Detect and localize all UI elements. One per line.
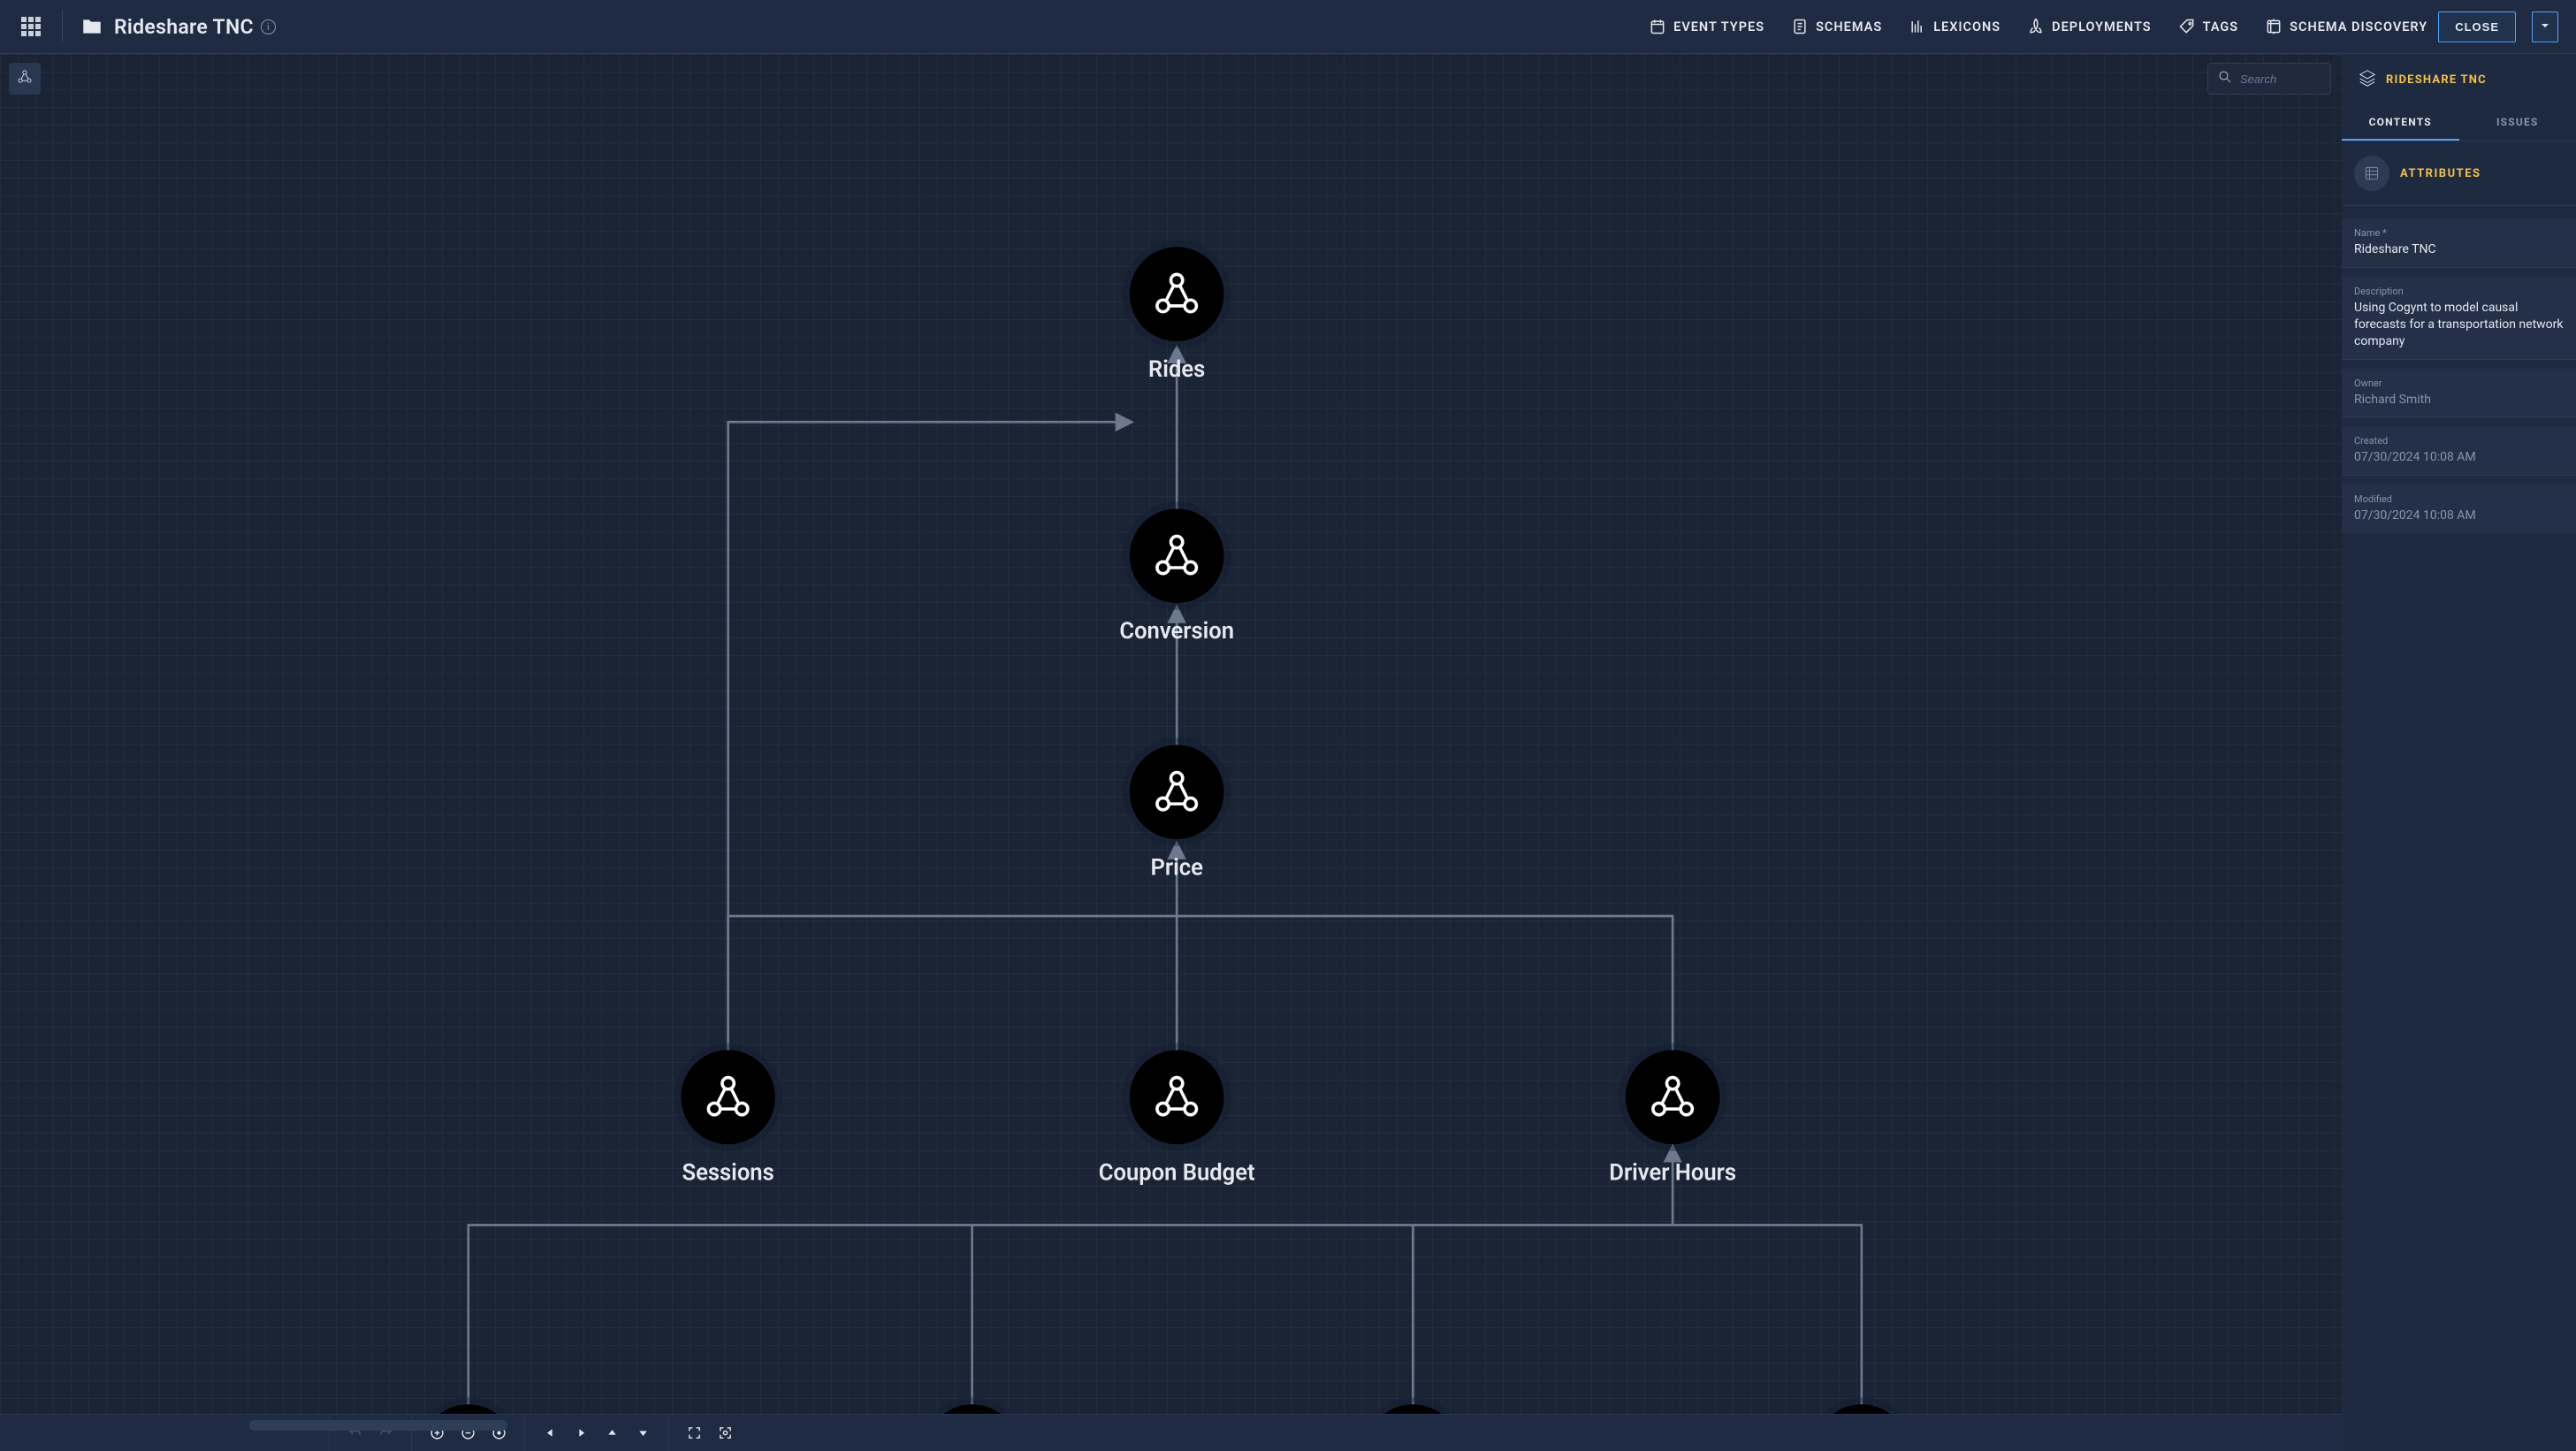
nav-lexicons[interactable]: LEXICONS xyxy=(1909,18,2001,35)
pan-down-button[interactable] xyxy=(632,1422,654,1444)
field-owner: Owner Richard Smith xyxy=(2342,369,2576,418)
panel-tabs: CONTENTS ISSUES xyxy=(2342,105,2576,141)
field-created: Created 07/30/2024 10:08 AM xyxy=(2342,426,2576,476)
field-description-label: Description xyxy=(2354,286,2564,297)
right-panel: RIDESHARE TNC CONTENTS ISSUES ATTRIBUTES… xyxy=(2342,54,2576,1451)
info-icon[interactable]: i xyxy=(261,19,276,34)
nav-tags[interactable]: TAGS xyxy=(2178,18,2239,35)
field-created-value: 07/30/2024 10:08 AM xyxy=(2354,449,2564,466)
field-name-value: Rideshare TNC xyxy=(2354,241,2564,258)
nav-schema-discovery[interactable]: SCHEMA DISCOVERY xyxy=(2265,18,2427,35)
search-box[interactable] xyxy=(2207,63,2331,95)
fit-screen-button[interactable] xyxy=(683,1422,705,1444)
field-created-label: Created xyxy=(2354,435,2564,447)
nav-schemas-label: SCHEMAS xyxy=(1816,19,1882,34)
nav-tags-label: TAGS xyxy=(2203,19,2239,34)
pan-up-button[interactable] xyxy=(601,1422,623,1444)
node-conversion[interactable]: Conversion xyxy=(1119,505,1234,645)
layers-icon xyxy=(2358,68,2377,91)
apps-icon[interactable] xyxy=(18,13,44,40)
node-rides[interactable]: Rides xyxy=(1125,243,1228,383)
nav-deployments[interactable]: DEPLOYMENTS xyxy=(2027,18,2151,35)
attributes-icon xyxy=(2354,156,2389,191)
node-driver-hours[interactable]: Driver Hours xyxy=(1609,1046,1736,1186)
field-modified: Modified 07/30/2024 10:08 AM xyxy=(2342,485,2576,533)
field-name[interactable]: Name * Rideshare TNC xyxy=(2342,218,2576,268)
tab-contents[interactable]: CONTENTS xyxy=(2342,105,2459,141)
top-header: Rideshare TNC i EVENT TYPES SCHEMAS LEXI… xyxy=(0,0,2576,54)
folder-icon xyxy=(80,15,103,38)
svg-text:Price: Price xyxy=(1150,854,1203,881)
svg-text:Rides: Rides xyxy=(1148,356,1205,383)
field-modified-label: Modified xyxy=(2354,493,2564,505)
section-attributes-title: ATTRIBUTES xyxy=(2400,167,2481,180)
scroll-thumb[interactable] xyxy=(249,1420,507,1431)
nav-event-types[interactable]: EVENT TYPES xyxy=(1649,18,1764,35)
close-button[interactable]: CLOSE xyxy=(2438,11,2516,42)
panel-header: RIDESHARE TNC xyxy=(2342,54,2576,105)
nav-event-types-label: EVENT TYPES xyxy=(1673,19,1764,34)
pan-left-button[interactable] xyxy=(539,1422,561,1444)
divider xyxy=(62,11,63,42)
search-icon xyxy=(2217,69,2233,88)
node-coupon-budget[interactable]: Coupon Budget xyxy=(1099,1046,1255,1186)
tab-issues[interactable]: ISSUES xyxy=(2459,105,2576,141)
scroll-track[interactable] xyxy=(0,1415,325,1451)
panel-title: RIDESHARE TNC xyxy=(2386,73,2487,87)
graph-svg: Rides Conversion Price Sessions Coupon B… xyxy=(0,54,2342,1451)
section-attributes-header: ATTRIBUTES xyxy=(2342,141,2576,206)
field-name-label: Name * xyxy=(2354,227,2564,239)
field-modified-value: 07/30/2024 10:08 AM xyxy=(2354,508,2564,524)
node-price[interactable]: Price xyxy=(1125,741,1228,881)
top-nav: EVENT TYPES SCHEMAS LEXICONS DEPLOYMENTS… xyxy=(1649,18,2427,35)
center-button[interactable] xyxy=(714,1422,736,1444)
nav-deployments-label: DEPLOYMENTS xyxy=(2052,19,2151,34)
canvas-footer xyxy=(0,1414,2342,1451)
svg-text:Conversion: Conversion xyxy=(1119,618,1234,645)
field-owner-label: Owner xyxy=(2354,378,2564,389)
svg-text:Driver Hours: Driver Hours xyxy=(1609,1159,1736,1186)
search-input[interactable] xyxy=(2240,73,2320,86)
canvas[interactable]: Rides Conversion Price Sessions Coupon B… xyxy=(0,54,2342,1451)
page-title: Rideshare TNC xyxy=(114,15,254,39)
svg-text:Coupon Budget: Coupon Budget xyxy=(1099,1159,1255,1186)
graph-tool-button[interactable] xyxy=(9,63,41,95)
pan-right-button[interactable] xyxy=(570,1422,592,1444)
nav-schemas[interactable]: SCHEMAS xyxy=(1791,18,1882,35)
svg-text:Sessions: Sessions xyxy=(682,1159,774,1186)
nav-schema-discovery-label: SCHEMA DISCOVERY xyxy=(2290,19,2427,34)
node-sessions[interactable]: Sessions xyxy=(677,1046,780,1186)
field-description-value: Using Cogynt to model causal forecasts f… xyxy=(2354,300,2564,350)
nav-lexicons-label: LEXICONS xyxy=(1933,19,2001,34)
field-description[interactable]: Description Using Cogynt to model causal… xyxy=(2342,277,2576,360)
close-dropdown-button[interactable] xyxy=(2532,11,2558,42)
field-owner-value: Richard Smith xyxy=(2354,392,2564,409)
